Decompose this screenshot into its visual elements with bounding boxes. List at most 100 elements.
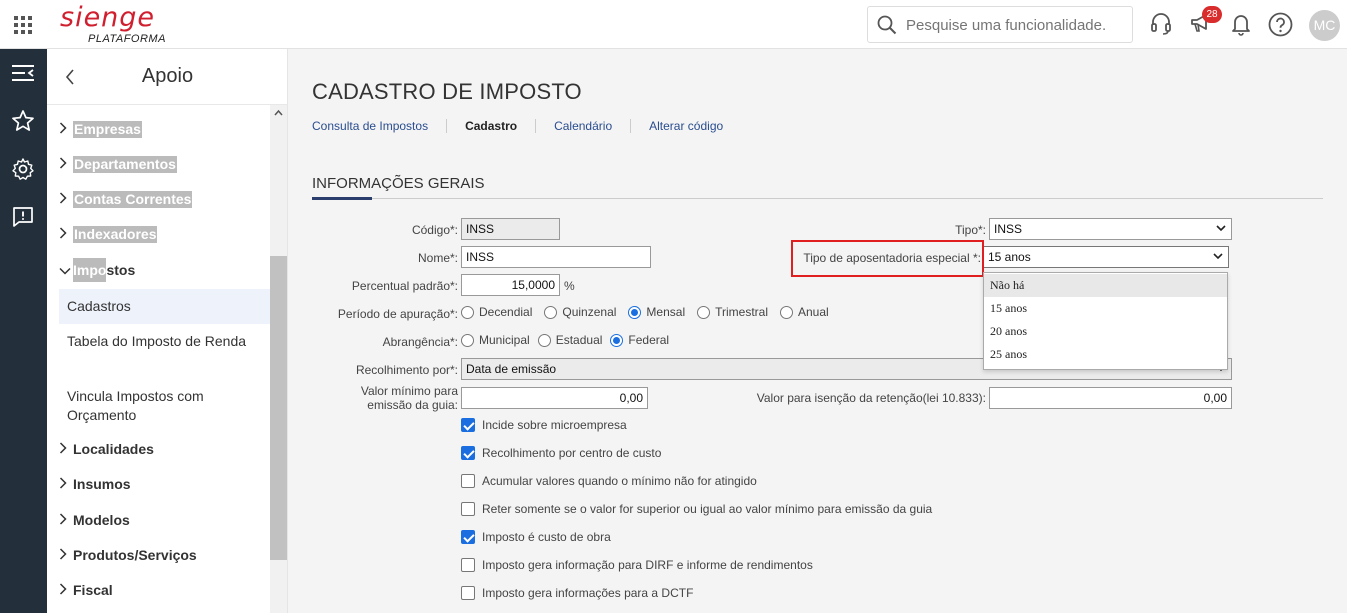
logo-subtitle: PLATAFORMA [88, 33, 166, 45]
radio-mensal[interactable] [628, 305, 642, 319]
checkbox-box[interactable] [461, 558, 475, 572]
aposentadoria-select[interactable]: 15 anos [983, 246, 1229, 268]
top-bar: sienge PLATAFORMA 28 MC [0, 0, 1347, 49]
bell-icon[interactable] [1231, 12, 1251, 36]
page-tabs: Consulta de Impostos Cadastro Calendário… [312, 119, 741, 133]
chevron-down-icon [1216, 225, 1226, 232]
isencao-field[interactable]: 0,00 [989, 387, 1232, 409]
feedback-icon[interactable] [11, 205, 35, 229]
checkbox-custo-obra[interactable]: Imposto é custo de obra [461, 530, 611, 544]
sidebar-subitem-cadastros[interactable]: Cadastros [59, 289, 270, 324]
scroll-up-arrow-icon[interactable] [270, 105, 287, 122]
tipo-select[interactable]: INSS [989, 218, 1232, 240]
radio-decendial[interactable] [461, 305, 474, 319]
valor-minimo-label-line2: emissão da guia: [367, 398, 458, 412]
radio-quinzenal[interactable] [544, 305, 558, 319]
sidebar-item-modelos[interactable]: Modelos [59, 508, 130, 532]
valor-minimo-field[interactable]: 0,00 [461, 387, 648, 409]
sidebar-item-label: Fiscal [73, 582, 113, 598]
chevron-right-icon [59, 437, 73, 461]
radio-label: Federal [628, 333, 670, 347]
sidebar-item-departamentos[interactable]: Departamentos [59, 152, 177, 176]
tipo-label: Tipo*: [955, 223, 986, 237]
dropdown-option-25-anos[interactable]: 25 anos [984, 343, 1227, 366]
radio-federal[interactable] [610, 333, 624, 347]
apps-grid-icon[interactable] [14, 16, 32, 34]
app-logo[interactable]: sienge PLATAFORMA [60, 3, 166, 46]
valor-minimo-label: Valor mínimo para emissão da guia: [300, 384, 458, 412]
periodo-radio-group: Decendial Quinzenal Mensal Trimestral An… [461, 305, 841, 319]
notification-badge: 28 [1202, 6, 1222, 23]
radio-anual[interactable] [780, 305, 793, 319]
sidebar-item-impostos[interactable]: Impo stos [59, 258, 135, 282]
checkbox-dirf[interactable]: Imposto gera informação para DIRF e info… [461, 558, 813, 572]
sidebar-subitem-tabela-ir[interactable]: Tabela do Imposto de Renda [59, 332, 270, 372]
radio-label: Quinzenal [562, 305, 617, 319]
periodo-label: Período de apuração*: [337, 307, 458, 321]
sidebar-item-label: Departamentos [73, 155, 177, 173]
tab-divider [446, 119, 448, 133]
sidebar-item-label: Localidades [73, 441, 154, 457]
headset-icon[interactable] [1150, 12, 1172, 36]
page-title: CADASTRO DE IMPOSTO [312, 79, 582, 104]
user-avatar[interactable]: MC [1309, 10, 1340, 41]
checkbox-label: Imposto gera informações para a DCTF [482, 586, 694, 600]
sidebar-item-label: Empresas [73, 120, 142, 138]
sidebar-scrollbar-thumb[interactable] [270, 256, 287, 560]
sidebar-item-label: stos [106, 262, 136, 278]
checkbox-box[interactable] [461, 446, 475, 460]
checkbox-dctf[interactable]: Imposto gera informações para a DCTF [461, 586, 693, 600]
radio-trimestral[interactable] [697, 305, 711, 319]
checkbox-microempresa[interactable]: Incide sobre microempresa [461, 418, 627, 432]
checkbox-box[interactable] [461, 418, 475, 432]
dropdown-option-20-anos[interactable]: 20 anos [984, 320, 1227, 343]
checkbox-acumular-valores[interactable]: Acumular valores quando o mínimo não for… [461, 474, 757, 488]
sidebar-item-empresas[interactable]: Empresas [59, 117, 142, 141]
sidebar-item-insumos[interactable]: Insumos [59, 472, 131, 496]
checkbox-box[interactable] [461, 586, 475, 600]
checkbox-label: Recolhimento por centro de custo [482, 446, 662, 460]
recolhimento-label: Recolhimento por*: [355, 363, 458, 377]
chevron-right-icon [59, 508, 73, 532]
tab-consulta-impostos[interactable]: Consulta de Impostos [312, 119, 428, 133]
nome-field[interactable]: INSS [461, 246, 651, 268]
dropdown-option-nao-ha[interactable]: Não há [984, 274, 1227, 297]
sidebar-item-localidades[interactable]: Localidades [59, 437, 154, 461]
highlight-box [791, 240, 984, 277]
aposentadoria-value: 15 anos [988, 250, 1031, 264]
sidebar-item-label: Contas Correntes [73, 190, 193, 208]
gear-icon[interactable] [11, 157, 35, 181]
tab-cadastro[interactable]: Cadastro [465, 119, 517, 133]
checkbox-box[interactable] [461, 502, 475, 516]
chevron-right-icon [59, 117, 73, 141]
sidebar-item-fiscal[interactable]: Fiscal [59, 578, 113, 602]
checkbox-box[interactable] [461, 530, 475, 544]
radio-label: Estadual [555, 333, 603, 347]
radio-label: Trimestral [715, 305, 768, 319]
chevron-down-icon [59, 258, 73, 282]
isencao-label: Valor para isenção da retenção(lei 10.83… [756, 391, 986, 405]
radio-municipal[interactable] [461, 333, 474, 347]
tab-calendario[interactable]: Calendário [554, 119, 612, 133]
star-icon[interactable] [11, 109, 35, 133]
chevron-right-icon [59, 543, 73, 567]
sidebar-item-indexadores[interactable]: Indexadores [59, 222, 158, 246]
sidebar-subitem-vincula-impostos[interactable]: Vincula Impostos com Orçamento [59, 387, 270, 427]
dropdown-option-15-anos[interactable]: 15 anos [984, 297, 1227, 320]
sidebar-item-label: Indexadores [73, 225, 158, 243]
radio-estadual[interactable] [537, 333, 551, 347]
codigo-field[interactable]: INSS [461, 218, 560, 240]
sidebar-item-produtos-servicos[interactable]: Produtos/Serviços [59, 543, 197, 567]
percentual-field[interactable]: 15,0000 [461, 274, 560, 296]
checkbox-centro-custo[interactable]: Recolhimento por centro de custo [461, 446, 661, 460]
checkbox-label: Reter somente se o valor for superior ou… [482, 502, 933, 516]
checkbox-box[interactable] [461, 474, 475, 488]
menu-collapse-icon[interactable] [11, 63, 35, 83]
help-icon[interactable] [1268, 12, 1293, 37]
checkbox-reter-somente[interactable]: Reter somente se o valor for superior ou… [461, 502, 932, 516]
search-box[interactable] [867, 6, 1133, 43]
abrangencia-label: Abrangência*: [382, 335, 458, 349]
sidebar-item-contas-correntes[interactable]: Contas Correntes [59, 187, 193, 211]
tab-alterar-codigo[interactable]: Alterar código [649, 119, 723, 133]
search-input[interactable] [906, 14, 1126, 36]
